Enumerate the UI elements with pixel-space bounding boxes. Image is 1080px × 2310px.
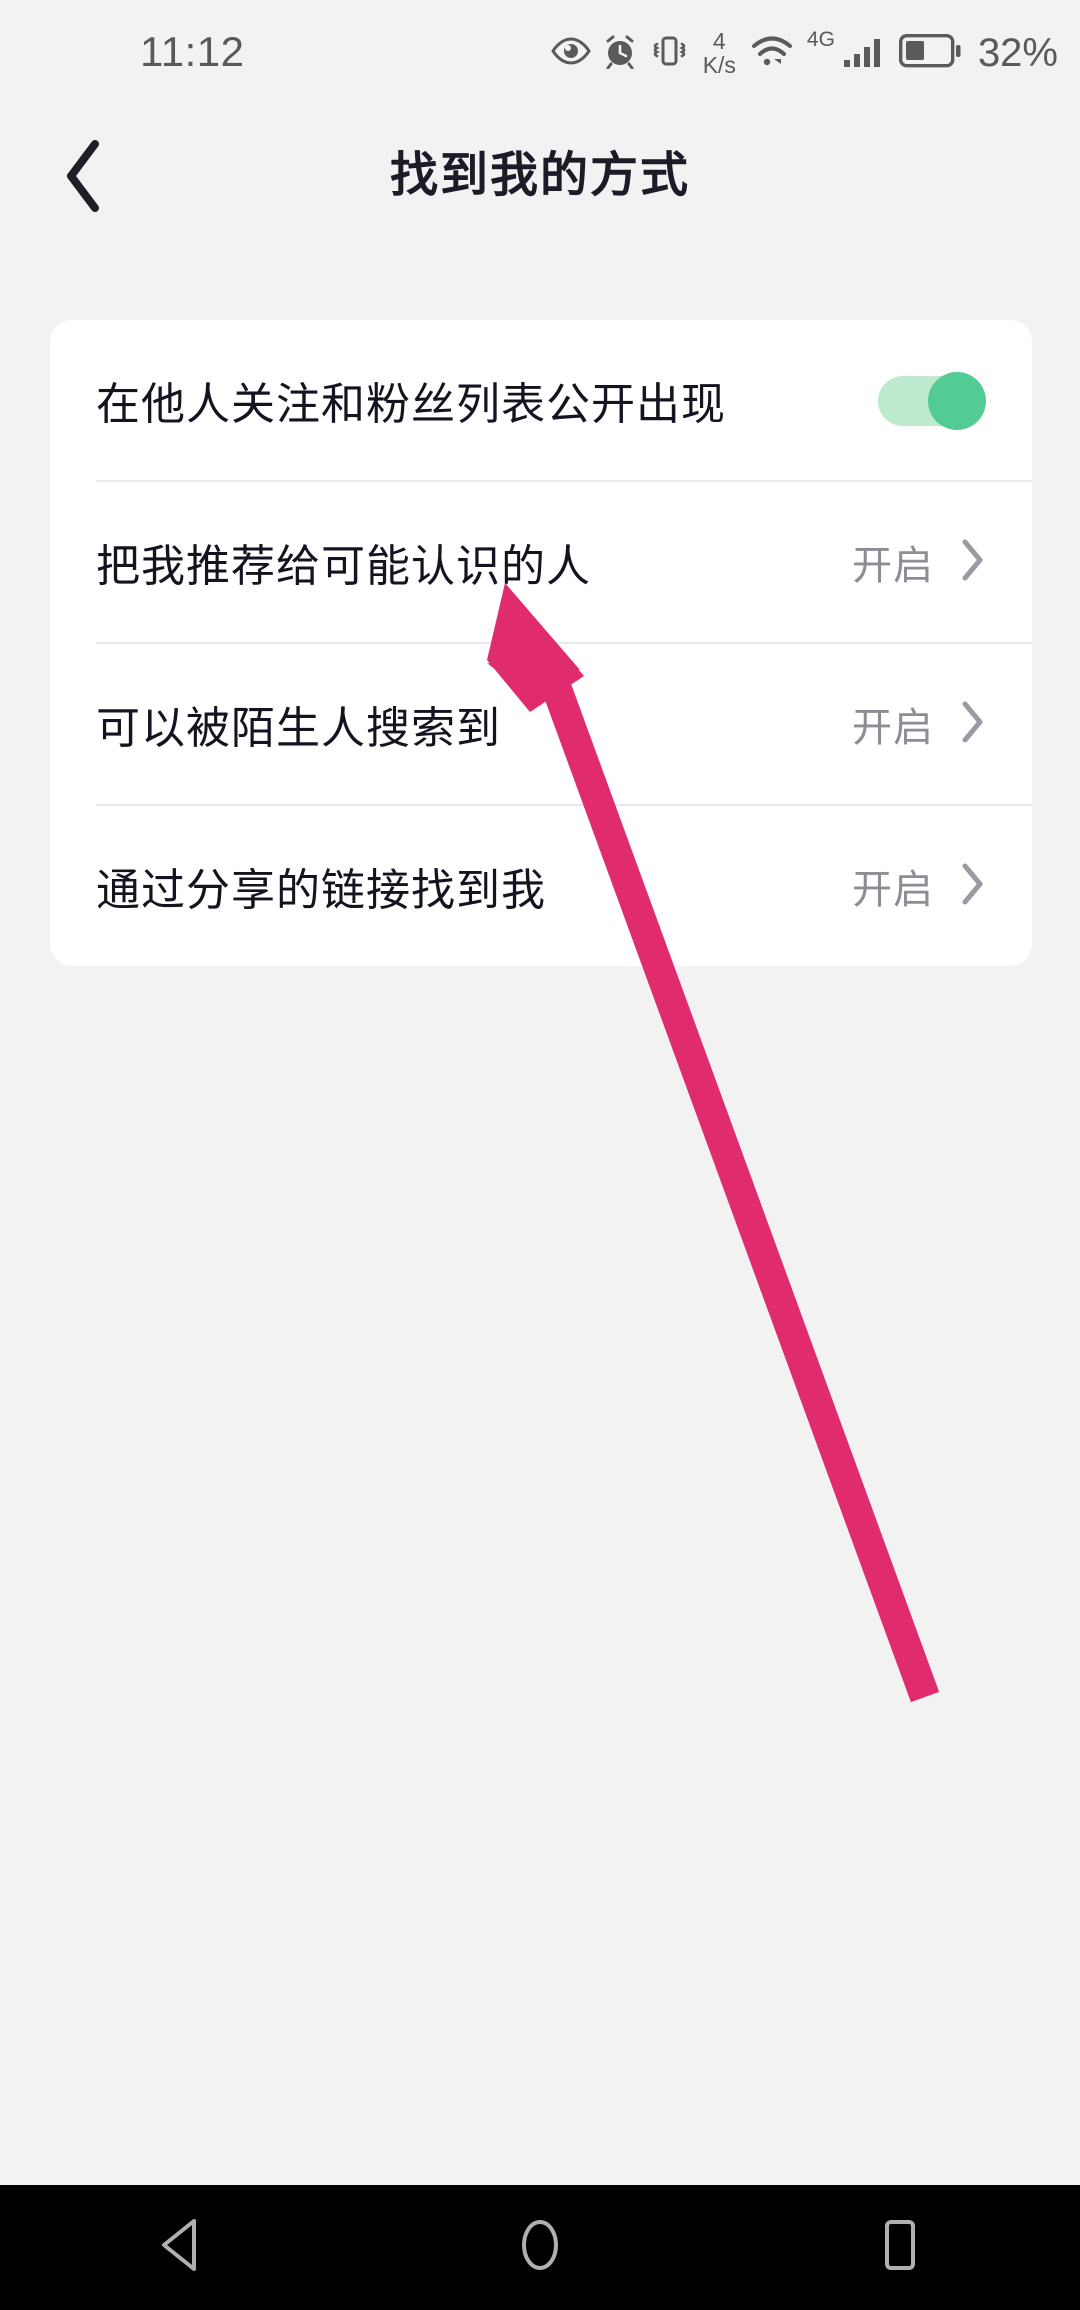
chevron-right-icon — [960, 537, 986, 588]
eye-care-icon — [550, 35, 591, 72]
page-title: 找到我的方式 — [389, 149, 690, 202]
settings-row-value: 开启 — [852, 544, 934, 588]
settings-row-findable-via-shared-link[interactable]: 通过分享的链接找到我 开启 — [50, 806, 1032, 966]
settings-row-control: 开启 — [852, 533, 986, 591]
app-header: 找到我的方式 — [0, 105, 1080, 235]
chevron-right-icon — [960, 861, 986, 912]
toggle-knob — [928, 372, 986, 430]
settings-row-control — [878, 372, 986, 430]
phone-screen: 11:12 4 K/s 4G 32% 找到我的方式 在他人关注和粉丝列表公开出现… — [0, 0, 1080, 2310]
nav-back-button[interactable] — [105, 2185, 255, 2310]
network-speed-value: 4 — [712, 28, 726, 54]
back-triangle-icon — [154, 2216, 206, 2279]
recents-square-icon — [874, 2216, 926, 2279]
public-visibility-toggle[interactable] — [878, 372, 986, 430]
settings-row-label: 把我推荐给可能认识的人 — [96, 542, 591, 591]
settings-row-recommend-to-people-you-may-know[interactable]: 把我推荐给可能认识的人 开启 — [50, 482, 1032, 642]
android-navigation-bar — [0, 2185, 1080, 2310]
settings-row-control: 开启 — [852, 857, 986, 915]
nav-home-button[interactable] — [465, 2185, 615, 2310]
battery-icon — [898, 34, 961, 73]
settings-row-label: 通过分享的链接找到我 — [96, 866, 546, 915]
alarm-clock-icon — [602, 33, 638, 74]
settings-row-control: 开启 — [852, 695, 986, 753]
status-bar: 11:12 4 K/s 4G 32% — [0, 0, 1080, 105]
vibrate-icon — [649, 33, 689, 74]
network-speed-unit: K/s — [702, 52, 736, 78]
chevron-right-icon — [960, 699, 986, 750]
settings-row-public-in-follow-lists[interactable]: 在他人关注和粉丝列表公开出现 — [50, 320, 1032, 480]
status-bar-clock: 11:12 — [140, 28, 245, 75]
network-speed-indicator: 4 K/s — [703, 30, 736, 77]
nav-recents-button[interactable] — [825, 2185, 975, 2310]
settings-row-searchable-by-strangers[interactable]: 可以被陌生人搜索到 开启 — [50, 644, 1032, 804]
settings-card: 在他人关注和粉丝列表公开出现 把我推荐给可能认识的人 开启 可以被陌生人搜索到 … — [50, 320, 1032, 966]
cellular-signal-icon — [842, 33, 888, 74]
battery-percent-label: 32% — [977, 31, 1058, 75]
settings-row-label: 可以被陌生人搜索到 — [96, 704, 501, 753]
status-bar-icons: 4 K/s 4G 32% — [550, 28, 1058, 77]
settings-row-value: 开启 — [852, 868, 934, 912]
cellular-generation-label: 4G — [806, 28, 835, 51]
settings-row-label: 在他人关注和粉丝列表公开出现 — [96, 380, 726, 429]
wifi-icon — [750, 33, 796, 74]
home-circle-icon — [514, 2216, 566, 2279]
settings-row-value: 开启 — [852, 706, 934, 750]
